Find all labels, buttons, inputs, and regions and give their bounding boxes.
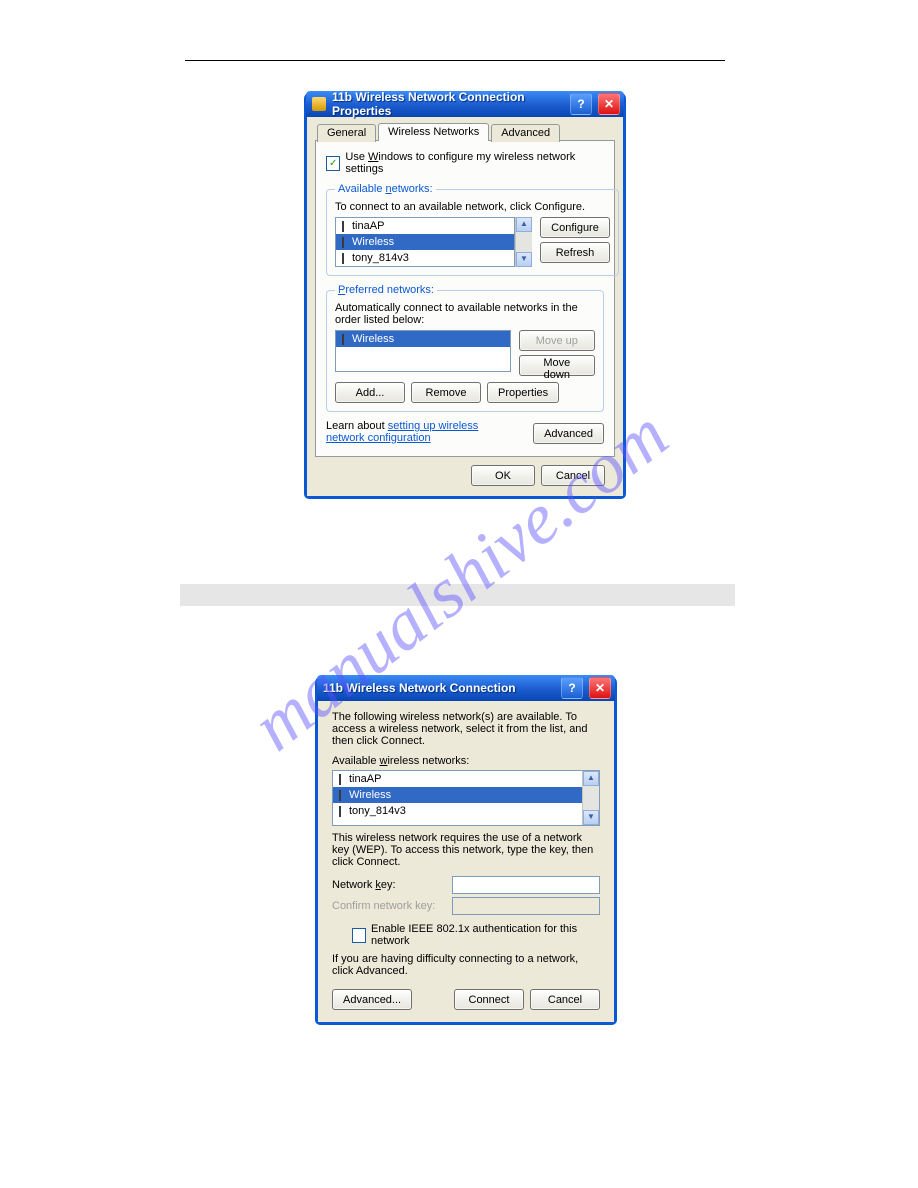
advanced-button[interactable]: Advanced — [533, 423, 604, 444]
titlebar[interactable]: 11b Wireless Network Connection ? ✕ — [317, 675, 615, 701]
available-networks-list[interactable]: tinaAP Wireless tony_814v3 ▲ ▼ — [332, 770, 600, 826]
use-windows-label: Use Windows to configure my wireless net… — [345, 151, 604, 175]
available-list-label: Available wireless networks: — [332, 755, 600, 767]
network-key-input[interactable] — [452, 876, 600, 894]
signal-icon — [339, 237, 348, 248]
preferred-hint: Automatically connect to available netwo… — [335, 302, 595, 326]
add-button[interactable]: Add... — [335, 382, 405, 403]
scrollbar[interactable]: ▲ ▼ — [515, 217, 532, 267]
signal-icon — [336, 806, 345, 817]
ok-button[interactable]: OK — [471, 465, 535, 486]
preferred-legend: Preferred networks: — [335, 284, 437, 296]
scrollbar[interactable]: ▲ ▼ — [582, 771, 599, 825]
window-title: 11b Wireless Network Connection — [323, 681, 555, 695]
ieee-checkbox[interactable] — [352, 928, 366, 943]
confirm-key-input — [452, 897, 600, 915]
cancel-button[interactable]: Cancel — [530, 989, 600, 1010]
close-button[interactable]: ✕ — [589, 677, 611, 699]
close-button[interactable]: ✕ — [598, 93, 620, 115]
available-hint: To connect to an available network, clic… — [335, 201, 610, 213]
list-item[interactable]: tinaAP — [333, 771, 582, 787]
tab-general[interactable]: General — [317, 124, 376, 142]
window-title: 11b Wireless Network Connection Properti… — [332, 90, 564, 118]
list-item[interactable]: tony_814v3 — [336, 250, 514, 266]
page-top-rule — [185, 60, 725, 61]
available-networks-list[interactable]: tinaAP Wireless tony_814v3 — [335, 217, 515, 267]
scroll-up-icon[interactable]: ▲ — [583, 771, 599, 786]
tabs: General Wireless Networks Advanced — [315, 123, 615, 141]
preferred-networks-list[interactable]: Wireless — [335, 330, 511, 372]
available-networks-group: Available networks: To connect to an ava… — [326, 183, 619, 276]
help-button[interactable]: ? — [561, 677, 583, 699]
list-item[interactable]: tony_814v3 — [333, 803, 582, 819]
page-divider-bar — [180, 584, 735, 606]
learn-about-text: Learn about setting up wireless network … — [326, 420, 496, 444]
connection-dialog: 11b Wireless Network Connection ? ✕ The … — [315, 676, 617, 1025]
use-windows-checkbox[interactable]: ✓ — [326, 156, 340, 171]
scroll-down-icon[interactable]: ▼ — [516, 252, 532, 267]
intro-text: The following wireless network(s) are av… — [332, 711, 600, 747]
signal-icon — [339, 253, 348, 264]
signal-icon — [339, 221, 348, 232]
app-icon — [312, 97, 326, 111]
difficulty-text: If you are having difficulty connecting … — [332, 953, 600, 977]
list-item[interactable]: tinaAP — [336, 218, 514, 234]
signal-icon — [336, 774, 345, 785]
list-item[interactable]: Wireless — [336, 331, 510, 347]
help-button[interactable]: ? — [570, 93, 592, 115]
properties-dialog: 11b Wireless Network Connection Properti… — [304, 92, 626, 499]
move-up-button[interactable]: Move up — [519, 330, 595, 351]
available-legend: Available networks: — [335, 183, 436, 195]
cancel-button[interactable]: Cancel — [541, 465, 605, 486]
titlebar[interactable]: 11b Wireless Network Connection Properti… — [306, 91, 624, 117]
confirm-key-label: Confirm network key: — [332, 900, 442, 912]
preferred-networks-group: Preferred networks: Automatically connec… — [326, 284, 604, 412]
move-down-button[interactable]: Move down — [519, 355, 595, 376]
signal-icon — [339, 334, 348, 345]
tab-wireless-networks[interactable]: Wireless Networks — [378, 123, 489, 141]
wep-text: This wireless network requires the use o… — [332, 832, 600, 868]
advanced-button[interactable]: Advanced... — [332, 989, 412, 1010]
ieee-label: Enable IEEE 802.1x authentication for th… — [371, 923, 600, 947]
list-item[interactable]: Wireless — [336, 234, 514, 250]
properties-button[interactable]: Properties — [487, 382, 559, 403]
scroll-up-icon[interactable]: ▲ — [516, 217, 532, 232]
remove-button[interactable]: Remove — [411, 382, 481, 403]
configure-button[interactable]: Configure — [540, 217, 610, 238]
list-item[interactable]: Wireless — [333, 787, 582, 803]
signal-icon — [336, 790, 345, 801]
tab-advanced[interactable]: Advanced — [491, 124, 560, 142]
connect-button[interactable]: Connect — [454, 989, 524, 1010]
tab-panel-wireless: ✓ Use Windows to configure my wireless n… — [315, 140, 615, 457]
refresh-button[interactable]: Refresh — [540, 242, 610, 263]
scroll-down-icon[interactable]: ▼ — [583, 810, 599, 825]
network-key-label: Network key: — [332, 879, 442, 891]
